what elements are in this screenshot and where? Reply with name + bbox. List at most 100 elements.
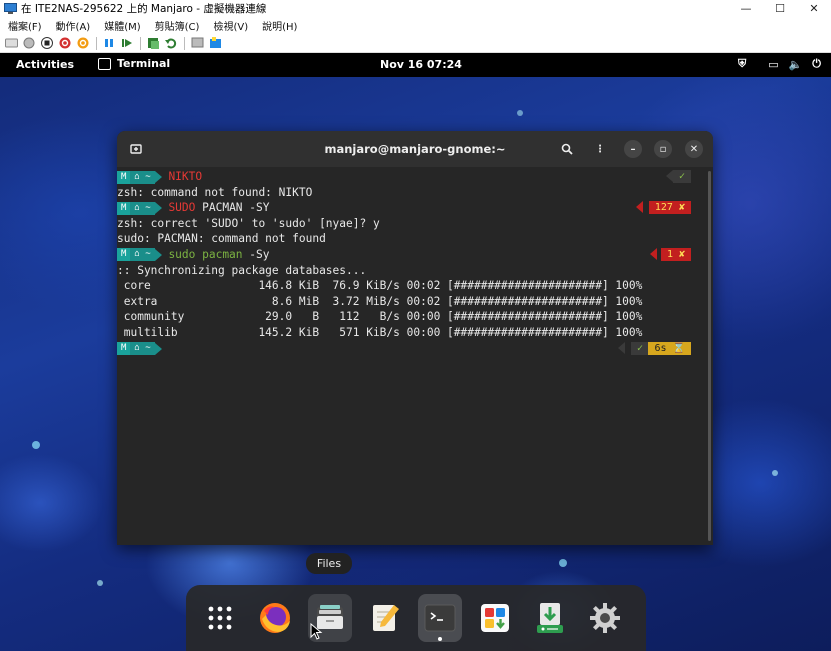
resume-icon[interactable] — [120, 36, 134, 50]
manjaro-logo-icon: M — [117, 342, 131, 356]
minimize-button[interactable]: — — [729, 0, 763, 17]
home-dir-segment: ⌂ ~ — [130, 248, 155, 262]
power-icon[interactable] — [76, 36, 90, 50]
gnome-topbar: Activities Terminal Nov 16 07:24 ⛨ ▭ 🔈 ⏻ — [0, 53, 831, 77]
dash-dock — [186, 585, 646, 651]
output-line: :: Synchronizing package databases... — [117, 263, 367, 277]
status-badge: 1 ✘ — [660, 247, 691, 261]
screen-icon: ▭ — [768, 57, 779, 71]
maximize-icon[interactable]: ▫ — [654, 140, 672, 158]
command-args: PACMAN -SY — [195, 201, 270, 215]
close-icon[interactable]: ✕ — [685, 140, 703, 158]
menu-media[interactable]: 媒體(M) — [104, 18, 140, 33]
prompt-line: M ⌂ ~ SUDO PACMAN -SY 127 ✘ — [117, 200, 707, 216]
output-line: core 146.8 KiB 76.9 KiB/s 00:02 [#######… — [117, 279, 643, 293]
desktop: Activities Terminal Nov 16 07:24 ⛨ ▭ 🔈 ⏻… — [0, 53, 831, 651]
prompt-arrow-icon — [154, 248, 162, 261]
vm-connection-icon — [4, 3, 17, 14]
home-dir-segment: ⌂ ~ — [130, 170, 155, 184]
menu-kebab-icon[interactable]: ⋮ — [591, 140, 609, 158]
dock-settings[interactable] — [583, 594, 627, 642]
terminal-app-icon — [98, 57, 111, 70]
status-badge: ✓ — [672, 170, 691, 183]
prompt-line: M ⌂ ~ sudo pacman -Sy 1 ✘ — [117, 247, 707, 263]
home-dir-segment: ⌂ ~ — [130, 342, 155, 356]
turn-off-icon[interactable] — [40, 36, 54, 50]
host-titlebar: 在 ITE2NAS-295622 上的 Manjaro - 虛擬機器連線 — ☐… — [0, 0, 831, 17]
host-window-title: 在 ITE2NAS-295622 上的 Manjaro - 虛擬機器連線 — [21, 3, 267, 15]
settings-icon — [590, 603, 620, 633]
menu-clipboard[interactable]: 剪貼簿(C) — [155, 18, 200, 33]
terminal-output[interactable]: M ⌂ ~ NIKTO ✓ zsh: command not found: NIK… — [117, 169, 707, 356]
manjaro-logo-icon: M — [117, 248, 131, 262]
app-menu[interactable]: Terminal — [98, 57, 170, 70]
terminal-icon — [424, 604, 456, 632]
status-arrow-icon — [636, 201, 643, 214]
dock-firefox[interactable] — [253, 594, 297, 642]
running-indicator — [438, 637, 442, 641]
revert-icon[interactable] — [164, 36, 178, 50]
maximize-button[interactable]: ☐ — [763, 0, 797, 17]
menu-action[interactable]: 動作(A) — [56, 18, 91, 33]
status-badge: 127 ✘ — [648, 201, 691, 215]
search-icon[interactable] — [558, 140, 576, 158]
start-icon[interactable] — [22, 36, 36, 50]
menu-view[interactable]: 檢視(V) — [213, 18, 248, 33]
grid-icon — [208, 606, 232, 630]
status-arrow-icon — [666, 170, 673, 182]
minimize-icon[interactable]: – — [624, 140, 642, 158]
dock-tooltip: Files — [306, 553, 352, 574]
prompt-arrow-icon — [154, 342, 162, 355]
power-menu-icon: ⏻ — [812, 57, 821, 70]
status-arrow-icon — [650, 247, 657, 260]
command-text: SUDO — [168, 201, 196, 215]
host-toolbar — [0, 34, 831, 53]
activities-button[interactable]: Activities — [16, 58, 74, 71]
firefox-icon — [260, 603, 290, 633]
prompt-arrow-icon — [154, 202, 162, 215]
prompt-line: M ⌂ ~ ✓ 6s ⌛ — [117, 341, 707, 357]
terminal-scrollbar[interactable] — [708, 171, 711, 541]
command-text: sudo pacman — [168, 247, 243, 261]
close-button[interactable]: ✕ — [797, 0, 831, 17]
shutdown-icon[interactable] — [58, 36, 72, 50]
output-line: sudo: PACMAN: command not found — [117, 232, 326, 246]
app-menu-label: Terminal — [117, 57, 171, 70]
dock-package-manager[interactable] — [528, 594, 572, 642]
package-icon — [537, 603, 563, 633]
home-dir-segment: ⌂ ~ — [130, 201, 155, 215]
software-icon — [481, 604, 509, 632]
status-badge: ✓ — [630, 341, 649, 355]
terminal-headerbar: manjaro@manjaro-gnome:~ ⋮ – ▫ ✕ — [117, 131, 713, 167]
pause-icon[interactable] — [102, 36, 116, 50]
manjaro-logo-icon: M — [117, 201, 131, 215]
toolbar-divider — [140, 36, 141, 50]
checkpoint-icon[interactable] — [146, 36, 160, 50]
mouse-pointer-icon — [310, 623, 323, 640]
clock[interactable]: Nov 16 07:24 — [380, 58, 462, 71]
dock-software[interactable] — [473, 594, 517, 642]
dock-terminal[interactable] — [418, 594, 462, 642]
show-apps-button[interactable] — [198, 594, 242, 642]
system-tray[interactable]: ⛨ ▭ 🔈 ⏻ — [728, 57, 821, 71]
terminal-window[interactable]: manjaro@manjaro-gnome:~ ⋮ – ▫ ✕ M ⌂ ~ NIK… — [117, 131, 713, 545]
manjaro-logo-icon: M — [117, 170, 131, 184]
dock-text-editor[interactable] — [363, 594, 407, 642]
prompt-arrow-icon — [154, 171, 162, 183]
security-shield-icon[interactable]: ⛨ — [738, 57, 746, 71]
host-menubar: 檔案(F) 動作(A) 媒體(M) 剪貼簿(C) 檢視(V) 說明(H) — [0, 17, 831, 34]
ctrl-alt-del-icon[interactable] — [4, 36, 18, 50]
toolbar-divider — [184, 36, 185, 50]
command-args: -Sy — [242, 247, 270, 261]
output-line: zsh: correct 'SUDO' to 'sudo' [nyae]? y — [117, 216, 380, 230]
prompt-line: M ⌂ ~ NIKTO ✓ — [117, 169, 707, 185]
duration-badge: 6s ⌛ — [648, 341, 691, 355]
status-arrow-icon — [618, 341, 625, 354]
command-text: NIKTO — [168, 170, 203, 183]
menu-file[interactable]: 檔案(F) — [8, 18, 42, 33]
menu-help[interactable]: 說明(H) — [262, 18, 297, 33]
enhanced-session-icon[interactable] — [190, 36, 204, 50]
toolbar-divider — [96, 36, 97, 50]
share-icon[interactable] — [208, 36, 222, 50]
output-line: zsh: command not found: NIKTO — [117, 185, 313, 199]
